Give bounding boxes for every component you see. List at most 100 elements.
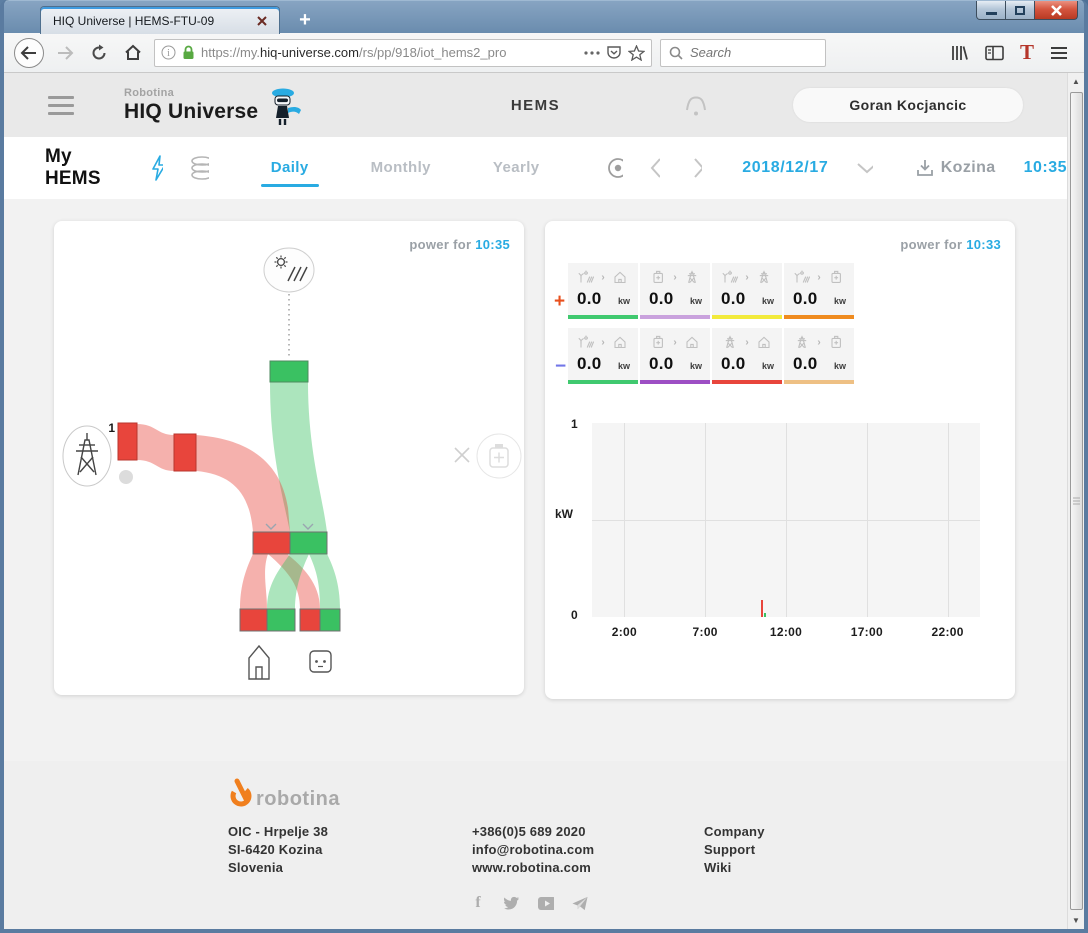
close-button[interactable] [1034, 1, 1078, 20]
pocket-icon[interactable] [606, 45, 622, 61]
chart-plot[interactable] [592, 423, 980, 617]
youtube-icon[interactable] [538, 895, 554, 911]
minimize-button[interactable] [976, 1, 1006, 20]
tab-daily[interactable]: Daily [261, 151, 319, 185]
tile-production-to-home[interactable]: › 0.0kw [568, 263, 638, 319]
tile-battery-to-grid[interactable]: › 0.0kw [640, 263, 710, 319]
period-tabs: Daily Monthly Yearly [261, 151, 592, 185]
tab-close-icon[interactable] [253, 12, 271, 30]
menu-icon[interactable] [1050, 46, 1068, 60]
node-grid-import[interactable] [118, 423, 137, 460]
node-home-import[interactable] [240, 609, 267, 631]
energy-lightning-icon[interactable] [149, 155, 164, 181]
extension-t-icon[interactable]: T [1020, 42, 1034, 63]
twitter-icon[interactable] [504, 895, 520, 911]
remove-icon[interactable] [455, 448, 469, 462]
search-input[interactable] [690, 45, 800, 60]
tile-grid-to-home[interactable]: › 0.0kw [712, 328, 782, 384]
node-appliance-import[interactable] [300, 609, 320, 631]
date-dropdown-icon[interactable] [856, 161, 872, 175]
title-bar[interactable]: HIQ Universe | HEMS-FTU-09 + [4, 0, 1084, 33]
sidebar-icon[interactable] [985, 45, 1004, 61]
page-actions-icon[interactable] [584, 51, 600, 55]
library-icon[interactable] [950, 45, 969, 61]
tile-production-to-grid[interactable]: › 0.0kw [712, 263, 782, 319]
chevron-right-icon: › [745, 272, 748, 283]
production-icon [794, 270, 810, 284]
search-box[interactable] [660, 39, 826, 67]
chart-x-tick: 22:00 [932, 625, 964, 639]
chart-spike-grid-import [761, 600, 763, 617]
search-icon [669, 46, 683, 60]
reload-button[interactable] [86, 40, 112, 66]
data-layers-icon[interactable] [189, 155, 208, 181]
appliance-socket-icon[interactable] [310, 651, 331, 672]
forward-button[interactable] [52, 40, 78, 66]
footer-link-wiki[interactable]: Wiki [704, 859, 765, 877]
realtime-record-icon[interactable] [606, 156, 624, 180]
footer-link-support[interactable]: Support [704, 841, 765, 859]
bookmark-star-icon[interactable] [628, 45, 645, 61]
footer-website[interactable]: www.robotina.com [472, 859, 594, 877]
power-summary-card: power for 10:33 + − › 0.0kw › 0.0kw [545, 221, 1015, 699]
node-appliance-production[interactable] [320, 609, 340, 631]
browser-window: HIQ Universe | HEMS-FTU-09 + i [0, 0, 1088, 933]
scroll-up-icon[interactable]: ▲ [1068, 73, 1085, 90]
node-grid-mid[interactable] [174, 434, 196, 471]
url-text[interactable]: https://my.hiq-universe.com/rs/pp/918/io… [201, 45, 578, 60]
chevron-right-icon: › [601, 272, 604, 283]
tile-battery-to-home[interactable]: › 0.0kw [640, 328, 710, 384]
tile-production-to-battery[interactable]: › 0.0kw [784, 263, 854, 319]
tile-underline [712, 315, 782, 319]
page-scrollbar[interactable]: ▲ ▼ [1067, 73, 1084, 929]
next-day-icon[interactable] [692, 156, 702, 180]
station-name: Kozina [941, 159, 996, 177]
site-info-icon[interactable]: i [161, 45, 176, 60]
maximize-button[interactable] [1005, 1, 1035, 20]
robotina-logo-icon [228, 777, 254, 811]
node-mix-import[interactable] [253, 532, 290, 554]
tile-underline [784, 315, 854, 319]
facebook-icon[interactable]: f [470, 895, 486, 911]
scroll-down-icon[interactable]: ▼ [1068, 912, 1085, 929]
home-button[interactable] [120, 40, 146, 66]
tile-grid-to-battery[interactable]: › 0.0kw [784, 328, 854, 384]
chevron-right-icon: › [817, 272, 820, 283]
prev-day-icon[interactable] [649, 156, 659, 180]
url-bar[interactable]: i https://my.hiq-universe.com/rs/pp/918/… [154, 39, 652, 67]
footer-email[interactable]: info@robotina.com [472, 841, 594, 859]
grid-icon [794, 335, 810, 349]
scrollbar-thumb[interactable] [1070, 92, 1083, 910]
footer-brand: robotina [256, 788, 340, 811]
battery-icon [828, 270, 844, 284]
node-solar-production[interactable] [270, 361, 308, 382]
download-icon [915, 158, 935, 178]
y-max-label: 1 [571, 417, 578, 431]
node-mix-production[interactable] [290, 532, 327, 554]
date-display[interactable]: 2018/12/17 [742, 159, 828, 177]
chart-gridline [624, 423, 625, 617]
back-button[interactable] [14, 38, 44, 68]
tab-monthly[interactable]: Monthly [361, 151, 441, 185]
chevron-right-icon: › [745, 337, 748, 348]
dashboard: power for 10:35 [4, 199, 1067, 761]
chart-x-tick: 2:00 [612, 625, 637, 639]
station-selector[interactable]: Kozina [915, 158, 996, 178]
energy-flow-card: power for 10:35 [54, 221, 524, 695]
solar-node-icon[interactable] [264, 248, 314, 292]
chart-x-tick: 12:00 [770, 625, 802, 639]
tab-yearly[interactable]: Yearly [483, 151, 550, 185]
grid-badge: 1 [108, 421, 115, 435]
node-home-production[interactable] [267, 609, 295, 631]
browser-tab[interactable]: HIQ Universe | HEMS-FTU-09 [40, 6, 280, 34]
footer-link-company[interactable]: Company [704, 823, 765, 841]
robotina-logo: robotina [228, 777, 340, 811]
tile-production-to-home-neg[interactable]: › 0.0kw [568, 328, 638, 384]
grid-node-icon[interactable] [63, 426, 111, 486]
add-battery-icon[interactable] [477, 434, 521, 478]
new-tab-button[interactable]: + [292, 9, 318, 31]
flow-import-home [240, 554, 268, 609]
telegram-icon[interactable] [572, 895, 588, 911]
tile-underline [784, 380, 854, 384]
home-icon[interactable] [249, 646, 269, 679]
